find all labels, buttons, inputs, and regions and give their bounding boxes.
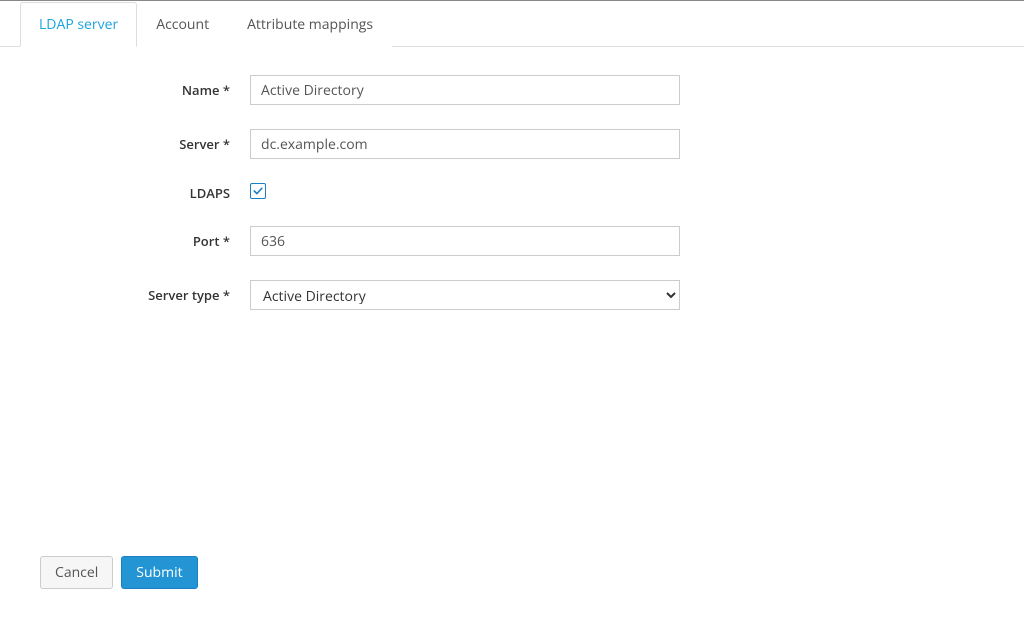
control-server: [250, 129, 680, 159]
control-name: [250, 75, 680, 105]
top-rule: [0, 0, 1024, 1]
tab-account[interactable]: Account: [137, 2, 228, 47]
name-input[interactable]: [250, 75, 680, 105]
row-port: Port *: [20, 226, 1004, 256]
label-name: Name *: [20, 81, 250, 99]
port-input[interactable]: [250, 226, 680, 256]
label-port: Port *: [20, 232, 250, 250]
row-name: Name *: [20, 75, 1004, 105]
submit-button[interactable]: Submit: [121, 556, 197, 589]
label-server-type: Server type *: [20, 286, 250, 304]
control-ldaps: [250, 183, 680, 202]
tabs-bar: LDAP server Account Attribute mappings: [0, 2, 1024, 47]
cancel-button[interactable]: Cancel: [40, 556, 113, 589]
form-area: Name * Server * LDAPS Port * Server type…: [0, 47, 1024, 354]
label-server: Server *: [20, 135, 250, 153]
tab-attribute-mappings[interactable]: Attribute mappings: [228, 2, 392, 47]
ldaps-checkbox[interactable]: [250, 183, 266, 199]
control-port: [250, 226, 680, 256]
server-type-select[interactable]: Active Directory: [250, 280, 680, 310]
control-server-type: Active Directory: [250, 280, 680, 310]
label-ldaps: LDAPS: [20, 184, 250, 202]
tab-ldap-server[interactable]: LDAP server: [20, 2, 137, 47]
row-server-type: Server type * Active Directory: [20, 280, 1004, 310]
row-server: Server *: [20, 129, 1004, 159]
check-icon: [252, 185, 264, 197]
row-ldaps: LDAPS: [20, 183, 1004, 202]
button-bar: Cancel Submit: [40, 556, 198, 589]
server-input[interactable]: [250, 129, 680, 159]
